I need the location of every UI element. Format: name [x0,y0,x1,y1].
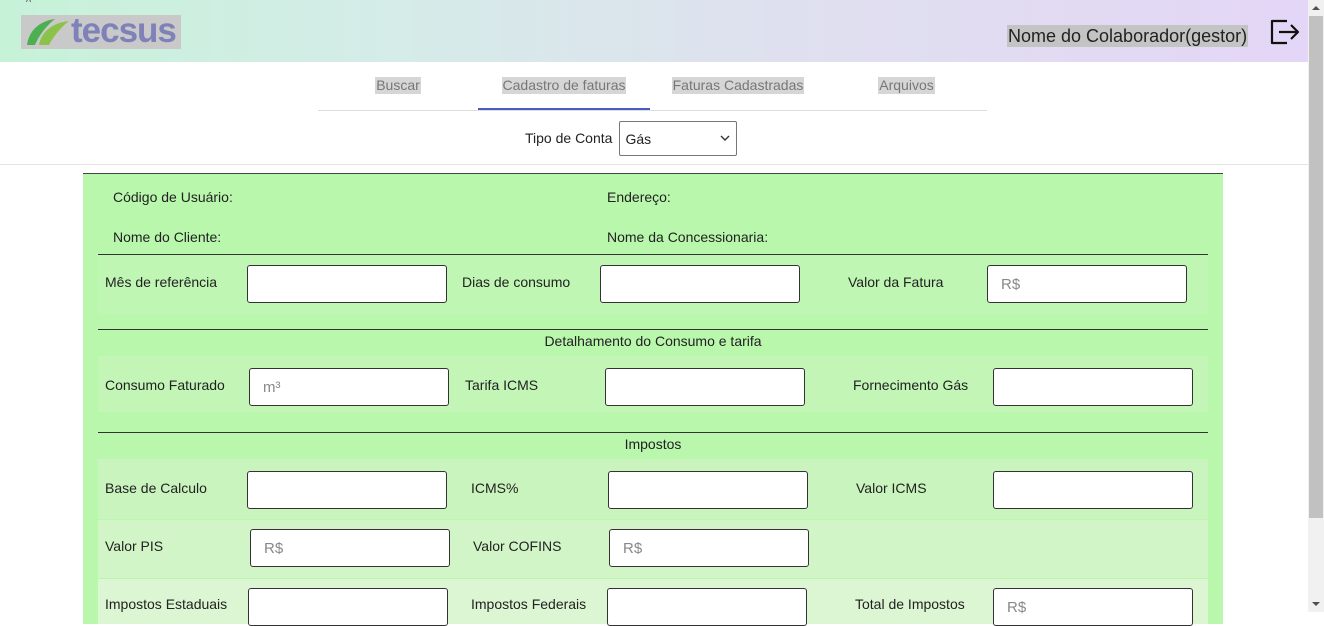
leaf-logo-icon [27,19,69,45]
user-name: Nome do Colaborador(gestor) [1007,25,1249,47]
invoice-form: Código de Usuário: Endereço: Nome do Cli… [83,173,1223,626]
tab-label: Arquivos [878,77,935,94]
nome-concessionaria-label: Nome da Concessionaria: [607,229,769,245]
scroll-down-arrow-icon[interactable] [1308,596,1324,612]
consumo-faturado-label: Consumo Faturado [105,377,225,393]
tarifa-icms-label: Tarifa ICMS [465,377,539,393]
nome-cliente-label: Nome do Cliente: [113,229,222,245]
dias-consumo-label: Dias de consumo [462,274,571,290]
divider [0,164,1308,165]
tipo-conta-group: Tipo de Conta Gás [525,120,738,156]
valor-icms-label: Valor ICMS [856,480,927,496]
base-calculo-input[interactable] [247,471,447,509]
mes-referencia-input[interactable] [247,265,447,303]
tecsus-logo[interactable]: tecsus [21,11,181,50]
scroll-up-arrow-icon[interactable] [1308,0,1324,16]
chevron-down-icon [720,135,730,141]
total-impostos-placeholder: R$ [1007,599,1027,616]
mes-referencia-label: Mês de referência [105,274,218,290]
valor-fatura-input[interactable]: R$ [987,265,1187,303]
valor-cofins-input[interactable]: R$ [609,529,809,567]
icms-pct-label: ICMS% [471,480,519,496]
app-header: ʌ tecsus Nome do Colaborador(gestor) [0,0,1308,62]
valor-fatura-placeholder: R$ [1001,276,1021,293]
impostos-federais-input[interactable] [607,588,807,626]
base-calculo-label: Base de Calculo [105,480,207,496]
tab-label: Faturas Cadastradas [671,77,805,94]
codigo-usuario-label: Código de Usuário: [113,189,233,205]
consumo-faturado-placeholder: m³ [263,379,281,396]
tarifa-icms-input[interactable] [605,368,805,406]
tab-buscar[interactable]: Buscar [338,62,458,109]
impostos-federais-label: Impostos Federais [471,596,587,612]
scrollbar-thumb[interactable] [1309,16,1323,518]
section-divider [98,329,1208,330]
tipo-conta-select[interactable]: Gás [619,120,738,156]
valor-pis-input[interactable]: R$ [250,529,450,567]
valor-icms-input[interactable] [993,471,1193,509]
tab-arquivos[interactable]: Arquivos [858,62,955,109]
valor-pis-placeholder: R$ [264,540,284,557]
section-divider [98,432,1208,433]
vertical-scrollbar[interactable] [1308,0,1324,612]
tipo-conta-value: Gás [625,130,652,147]
logo-text: tecsus [71,11,177,50]
tipo-conta-label: Tipo de Conta [525,130,613,146]
total-impostos-input[interactable]: R$ [993,588,1193,626]
dias-consumo-input[interactable] [600,265,800,303]
cursor-mark-icon: ʌ [26,0,36,5]
impostos-estaduais-label: Impostos Estaduais [105,596,228,612]
logout-icon[interactable] [1269,18,1301,46]
fornecimento-gas-input[interactable] [993,368,1193,406]
tab-label: Cadastro de faturas [501,76,627,94]
section-title-impostos: Impostos [624,436,682,452]
total-impostos-label: Total de Impostos [855,596,965,612]
nav-tabs: Buscar Cadastro de faturas Faturas Cadas… [318,62,987,111]
valor-pis-label: Valor PIS [105,538,164,554]
impostos-estaduais-input[interactable] [248,588,448,626]
valor-cofins-label: Valor COFINS [473,538,562,554]
fornecimento-gas-label: Fornecimento Gás [853,377,969,393]
tab-faturas-cadastradas[interactable]: Faturas Cadastradas [663,62,813,109]
tab-cadastro-de-faturas[interactable]: Cadastro de faturas [478,62,650,110]
valor-fatura-label: Valor da Fatura [848,274,944,290]
consumo-faturado-input[interactable]: m³ [249,368,449,406]
endereco-label: Endereço: [607,189,671,205]
tab-label: Buscar [375,77,421,94]
valor-cofins-placeholder: R$ [623,540,643,557]
section-title-consumo: Detalhamento do Consumo e tarifa [544,333,762,349]
icms-pct-input[interactable] [608,471,808,509]
